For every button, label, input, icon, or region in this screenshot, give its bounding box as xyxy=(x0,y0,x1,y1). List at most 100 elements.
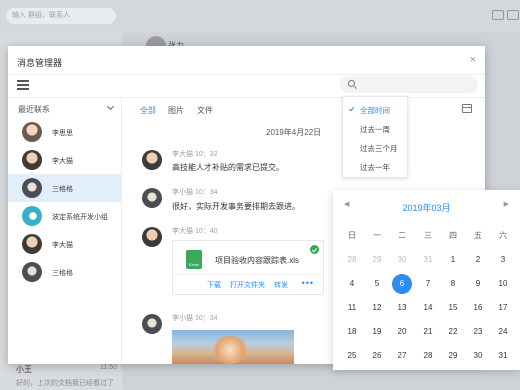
calendar-day[interactable]: 7 xyxy=(418,274,438,294)
time-option-label: 过去三个月 xyxy=(360,144,398,153)
open-folder-link[interactable]: 打开文件夹 xyxy=(230,280,265,290)
avatar xyxy=(142,227,162,247)
contact-item[interactable]: 波定系统开发小组 xyxy=(8,202,121,230)
conversation-name: 小王 xyxy=(16,365,32,374)
divider xyxy=(173,274,323,275)
calendar-day[interactable]: 3 xyxy=(493,250,513,270)
avatar xyxy=(22,206,42,226)
next-month-icon[interactable]: ▶ xyxy=(504,200,509,208)
list-icon[interactable] xyxy=(17,80,29,90)
contact-name: 李思思 xyxy=(52,130,73,137)
calendar-day[interactable]: 31 xyxy=(493,346,513,366)
calendar-day[interactable]: 21 xyxy=(418,322,438,342)
close-icon[interactable]: × xyxy=(470,54,476,66)
excel-file-icon: Excel xyxy=(186,250,202,269)
calendar-day[interactable]: 9 xyxy=(468,274,488,294)
calendar-day[interactable]: 17 xyxy=(493,298,513,318)
time-option-all[interactable]: 全部时间 xyxy=(343,105,407,116)
message-search-input[interactable] xyxy=(340,76,478,93)
excel-icon-label: Excel xyxy=(189,262,199,267)
date-header: 2019年4月22日 xyxy=(266,128,322,137)
contact-name: 三格格 xyxy=(52,270,73,277)
avatar xyxy=(22,178,42,198)
calendar-day[interactable]: 4 xyxy=(342,274,362,294)
calendar-day[interactable]: 5 xyxy=(367,274,387,294)
tab-all[interactable]: 全部 xyxy=(140,105,156,116)
time-option-three-months[interactable]: 过去三个月 xyxy=(343,143,407,154)
calendar-day[interactable]: 29 xyxy=(367,250,387,270)
calendar-day[interactable]: 27 xyxy=(392,346,412,366)
calendar-day[interactable]: 11 xyxy=(342,298,362,318)
calendar-day[interactable]: 14 xyxy=(418,298,438,318)
search-icon xyxy=(348,80,355,87)
file-name: 项目验收内容跟踪表.xls xyxy=(215,256,299,265)
time-option-week[interactable]: 过去一周 xyxy=(343,124,407,135)
contact-item[interactable]: 李思思 xyxy=(8,118,121,146)
contact-item[interactable]: 三格格 xyxy=(8,258,121,286)
recent-contacts-label: 最近联系 xyxy=(18,105,50,114)
more-icon[interactable]: ••• xyxy=(302,278,314,288)
calendar-day[interactable]: 18 xyxy=(342,322,362,342)
app-calendar-icon[interactable] xyxy=(492,10,504,20)
contact-name: 三格格 xyxy=(52,186,73,193)
calendar-icon[interactable] xyxy=(462,104,472,113)
calendar-day[interactable]: 12 xyxy=(367,298,387,318)
calendar-day[interactable]: 8 xyxy=(443,274,463,294)
download-link[interactable]: 下载 xyxy=(207,280,221,290)
message-meta: 李小猫 10：34 xyxy=(172,315,218,322)
avatar xyxy=(142,150,162,170)
time-option-label: 过去一年 xyxy=(360,163,390,172)
time-option-label: 过去一周 xyxy=(360,125,390,134)
contact-item[interactable]: 三格格 xyxy=(8,174,121,202)
contact-name: 李大猫 xyxy=(52,242,73,249)
recent-contacts-header[interactable]: 最近联系 xyxy=(8,98,121,118)
message-meta: 李小猫 10：34 xyxy=(172,189,218,196)
time-filter-dropdown: 全部时间 过去一周 过去三个月 过去一年 xyxy=(342,96,408,178)
calendar-day[interactable]: 13 xyxy=(392,298,412,318)
calendar-day[interactable]: 22 xyxy=(443,322,463,342)
calendar-day[interactable]: 31 xyxy=(418,250,438,270)
date-picker: ◀ 2019年03月 ▶ 日一二三四五六 28 29 30 31 1 2 3 4 5 6 7 8 9 10… xyxy=(333,190,520,370)
avatar xyxy=(142,314,162,334)
calendar-day[interactable]: 28 xyxy=(342,250,362,270)
calendar-day[interactable]: 10 xyxy=(493,274,513,294)
calendar-day[interactable]: 2 xyxy=(468,250,488,270)
tab-files[interactable]: 文件 xyxy=(197,105,213,116)
calendar-day[interactable]: 29 xyxy=(443,346,463,366)
contact-name: 波定系统开发小组 xyxy=(52,214,108,221)
calendar-day[interactable]: 25 xyxy=(342,346,362,366)
contact-item[interactable]: 李大猫 xyxy=(8,230,121,258)
avatar xyxy=(22,262,42,282)
weekday-label: 三 xyxy=(424,231,432,240)
conversation-time: 11:50 xyxy=(100,364,117,371)
weekday-label: 二 xyxy=(398,231,406,240)
calendar-day[interactable]: 28 xyxy=(418,346,438,366)
calendar-day[interactable]: 30 xyxy=(392,250,412,270)
weekday-label: 四 xyxy=(449,231,457,240)
calendar-day[interactable]: 19 xyxy=(367,322,387,342)
calendar-day[interactable]: 30 xyxy=(468,346,488,366)
app-search-input[interactable]: 输入 群组、联系人 xyxy=(6,8,116,24)
calendar-day[interactable]: 23 xyxy=(468,322,488,342)
message-text: 高技能人才补贴的需求已提交。 xyxy=(172,163,284,172)
time-option-year[interactable]: 过去一年 xyxy=(343,162,407,173)
message-text: 很好，实际开发事务要排期去跟进。 xyxy=(172,202,300,211)
app-window-icon[interactable] xyxy=(507,10,519,20)
calendar-day[interactable]: 1 xyxy=(443,250,463,270)
contact-item[interactable]: 李大猫 xyxy=(8,146,121,174)
conversation-preview: 好的，上次的文档我已经看过了 xyxy=(16,380,114,387)
file-message-card[interactable]: Excel 项目验收内容跟踪表.xls 下载 打开文件夹 转发 ••• xyxy=(172,240,324,295)
calendar-day[interactable]: 6 xyxy=(392,274,412,294)
weekday-label: 六 xyxy=(499,231,507,240)
divider xyxy=(8,74,485,75)
tab-images[interactable]: 图片 xyxy=(168,105,184,116)
calendar-day[interactable]: 26 xyxy=(367,346,387,366)
calendar-day[interactable]: 20 xyxy=(392,322,412,342)
calendar-day[interactable]: 15 xyxy=(443,298,463,318)
image-message-thumbnail[interactable] xyxy=(172,330,294,364)
calendar-day[interactable]: 16 xyxy=(468,298,488,318)
chevron-down-icon xyxy=(106,102,115,111)
forward-link[interactable]: 转发 xyxy=(274,280,288,290)
message-meta: 李大猫 10：32 xyxy=(172,151,218,158)
calendar-day[interactable]: 24 xyxy=(493,322,513,342)
